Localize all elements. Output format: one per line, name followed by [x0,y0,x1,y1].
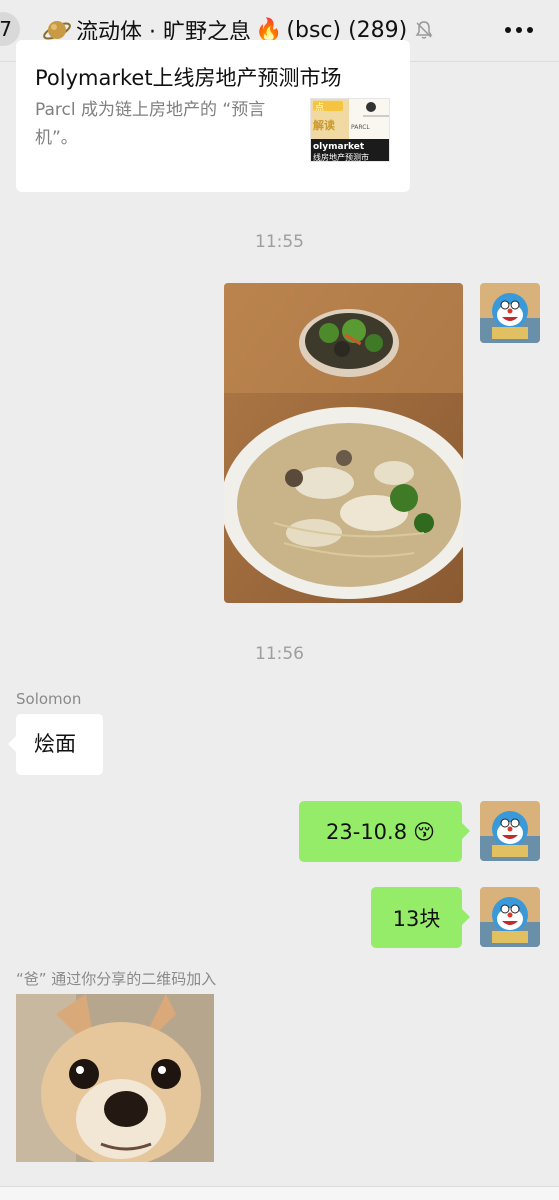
thumb-text: PARCL [351,124,370,131]
more-dot-icon [505,27,511,33]
my-avatar[interactable] [480,801,540,861]
message-text: 13块 [392,906,441,931]
outgoing-message-bubble[interactable]: 13块 [371,887,470,948]
more-options-button[interactable] [505,18,533,42]
thumb-text: olymarket [313,142,365,152]
thumb-text: 点 [315,102,324,113]
kissing-face-emoji-icon: 😚 [413,819,435,844]
message-timestamp: 11:55 [255,232,304,252]
sender-name: Solomon [16,690,82,708]
mute-bell-icon [415,21,433,39]
link-card-title: Polymarket上线房地产预测市场 [35,66,342,90]
message-timestamp: 11:56 [255,644,304,664]
link-card-description: Parcl 成为链上房地产的 “预言机”。 [35,100,266,148]
outgoing-message-bubble[interactable]: 23-10.8 😚 [299,801,470,862]
message-text: 23-10.8 [326,819,408,844]
thumb-text: 解读 [313,118,335,132]
incoming-message-bubble[interactable]: 烩面 [8,714,103,775]
food-photo-message[interactable] [224,283,463,603]
input-bar-edge [0,1186,559,1200]
chat-title-suffix: (bsc) (289) [286,17,408,43]
link-card-thumbnail: 点 解读 PARCL olymarket 线房地产预测市 [310,98,390,162]
my-avatar[interactable] [480,887,540,947]
fire-icon: 🔥 [254,17,283,43]
group-join-notice: “爸” 通过你分享的二维码加入 [16,970,217,988]
dog-sticker-image[interactable] [16,994,214,1162]
more-dot-icon [527,27,533,33]
more-dot-icon [516,27,522,33]
thumb-text: 线房地产预测市 [313,152,369,162]
shared-link-card[interactable]: Polymarket上线房地产预测市场 Parcl 成为链上房地产的 “预言机”… [16,40,410,192]
my-avatar[interactable] [480,283,540,343]
